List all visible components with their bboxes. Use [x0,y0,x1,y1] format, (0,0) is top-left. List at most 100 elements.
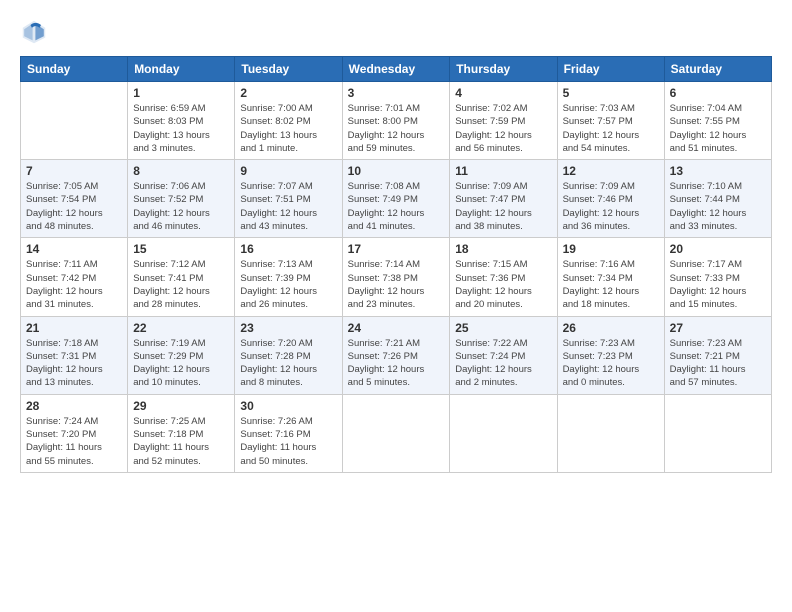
calendar-cell: 21 Sunrise: 7:18 AMSunset: 7:31 PMDayligh… [21,316,128,394]
day-number: 21 [26,321,122,335]
day-number: 12 [563,164,659,178]
day-number: 2 [240,86,336,100]
day-info: Sunrise: 7:10 AMSunset: 7:44 PMDaylight:… [670,180,766,233]
calendar-cell: 4Sunrise: 7:02 AMSunset: 7:59 PMDaylight… [450,82,557,160]
calendar-cell [450,394,557,472]
header [20,18,772,46]
calendar-cell: 24Sunrise: 7:21 AMSunset: 7:26 PMDayligh… [342,316,450,394]
calendar-cell: 18 Sunrise: 7:15 AMSunset: 7:36 PMDayligh… [450,238,557,316]
day-info: Sunrise: 7:06 AMSunset: 7:52 PMDaylight:… [133,180,229,233]
day-number: 9 [240,164,336,178]
day-number: 4 [455,86,551,100]
day-number: 19 [563,242,659,256]
calendar-cell: 2 Sunrise: 7:00 AMSunset: 8:02 PMDaylight… [235,82,342,160]
day-of-week-header: Sunday [21,57,128,82]
calendar-cell [342,394,450,472]
day-info: Sunrise: 7:09 AMSunset: 7:47 PMDaylight:… [455,180,551,233]
day-number: 13 [670,164,766,178]
calendar-cell: 23 Sunrise: 7:20 AMSunset: 7:28 PMDayligh… [235,316,342,394]
day-number: 5 [563,86,659,100]
day-number: 25 [455,321,551,335]
calendar-cell: 28Sunrise: 7:24 AMSunset: 7:20 PMDayligh… [21,394,128,472]
calendar-cell [557,394,664,472]
day-info: Sunrise: 7:25 AMSunset: 7:18 PMDaylight:… [133,415,229,468]
day-info: Sunrise: 7:11 AMSunset: 7:42 PMDaylight:… [26,258,122,311]
calendar-cell: 26 Sunrise: 7:23 AMSunset: 7:23 PMDayligh… [557,316,664,394]
calendar-cell [21,82,128,160]
day-number: 15 [133,242,229,256]
day-number: 10 [348,164,445,178]
calendar-week-row: 7Sunrise: 7:05 AMSunset: 7:54 PMDaylight… [21,160,772,238]
day-info: Sunrise: 7:15 AMSunset: 7:36 PMDaylight:… [455,258,551,311]
calendar-cell [664,394,771,472]
day-info: Sunrise: 7:23 AMSunset: 7:23 PMDaylight:… [563,337,659,390]
day-info: Sunrise: 7:08 AMSunset: 7:49 PMDaylight:… [348,180,445,233]
day-of-week-header: Tuesday [235,57,342,82]
day-info: Sunrise: 7:24 AMSunset: 7:20 PMDaylight:… [26,415,122,468]
day-info: Sunrise: 6:59 AMSunset: 8:03 PMDaylight:… [133,102,229,155]
calendar-cell: 12Sunrise: 7:09 AMSunset: 7:46 PMDayligh… [557,160,664,238]
day-number: 18 [455,242,551,256]
calendar-cell: 25 Sunrise: 7:22 AMSunset: 7:24 PMDayligh… [450,316,557,394]
logo-icon [20,18,48,46]
day-of-week-header: Saturday [664,57,771,82]
day-number: 30 [240,399,336,413]
day-number: 20 [670,242,766,256]
day-number: 14 [26,242,122,256]
calendar-cell: 16Sunrise: 7:13 AMSunset: 7:39 PMDayligh… [235,238,342,316]
day-number: 17 [348,242,445,256]
calendar-cell: 5 Sunrise: 7:03 AMSunset: 7:57 PMDaylight… [557,82,664,160]
day-info: Sunrise: 7:19 AMSunset: 7:29 PMDaylight:… [133,337,229,390]
day-number: 26 [563,321,659,335]
day-number: 1 [133,86,229,100]
day-number: 23 [240,321,336,335]
day-info: Sunrise: 7:16 AMSunset: 7:34 PMDaylight:… [563,258,659,311]
calendar-cell: 13 Sunrise: 7:10 AMSunset: 7:44 PMDayligh… [664,160,771,238]
calendar-cell: 7Sunrise: 7:05 AMSunset: 7:54 PMDaylight… [21,160,128,238]
day-info: Sunrise: 7:23 AMSunset: 7:21 PMDaylight:… [670,337,766,390]
calendar-cell: 14 Sunrise: 7:11 AMSunset: 7:42 PMDayligh… [21,238,128,316]
calendar-cell: 22 Sunrise: 7:19 AMSunset: 7:29 PMDayligh… [128,316,235,394]
day-number: 29 [133,399,229,413]
calendar-week-row: 28Sunrise: 7:24 AMSunset: 7:20 PMDayligh… [21,394,772,472]
day-info: Sunrise: 7:04 AMSunset: 7:55 PMDaylight:… [670,102,766,155]
calendar-cell: 1 Sunrise: 6:59 AMSunset: 8:03 PMDaylight… [128,82,235,160]
day-of-week-header: Wednesday [342,57,450,82]
day-of-week-header: Thursday [450,57,557,82]
day-info: Sunrise: 7:21 AMSunset: 7:26 PMDaylight:… [348,337,445,390]
day-info: Sunrise: 7:00 AMSunset: 8:02 PMDaylight:… [240,102,336,155]
calendar-cell: 6 Sunrise: 7:04 AMSunset: 7:55 PMDaylight… [664,82,771,160]
calendar-cell: 11 Sunrise: 7:09 AMSunset: 7:47 PMDayligh… [450,160,557,238]
day-info: Sunrise: 7:22 AMSunset: 7:24 PMDaylight:… [455,337,551,390]
calendar-cell: 30 Sunrise: 7:26 AMSunset: 7:16 PMDayligh… [235,394,342,472]
day-info: Sunrise: 7:20 AMSunset: 7:28 PMDaylight:… [240,337,336,390]
calendar: SundayMondayTuesdayWednesdayThursdayFrid… [20,56,772,473]
day-number: 6 [670,86,766,100]
day-info: Sunrise: 7:12 AMSunset: 7:41 PMDaylight:… [133,258,229,311]
day-info: Sunrise: 7:18 AMSunset: 7:31 PMDaylight:… [26,337,122,390]
calendar-cell: 20 Sunrise: 7:17 AMSunset: 7:33 PMDayligh… [664,238,771,316]
calendar-cell: 17 Sunrise: 7:14 AMSunset: 7:38 PMDayligh… [342,238,450,316]
day-info: Sunrise: 7:03 AMSunset: 7:57 PMDaylight:… [563,102,659,155]
page: SundayMondayTuesdayWednesdayThursdayFrid… [0,0,792,612]
calendar-header-row: SundayMondayTuesdayWednesdayThursdayFrid… [21,57,772,82]
day-number: 22 [133,321,229,335]
calendar-week-row: 14 Sunrise: 7:11 AMSunset: 7:42 PMDayligh… [21,238,772,316]
day-info: Sunrise: 7:17 AMSunset: 7:33 PMDaylight:… [670,258,766,311]
calendar-week-row: 21 Sunrise: 7:18 AMSunset: 7:31 PMDayligh… [21,316,772,394]
calendar-cell: 9Sunrise: 7:07 AMSunset: 7:51 PMDaylight… [235,160,342,238]
calendar-cell: 3Sunrise: 7:01 AMSunset: 8:00 PMDaylight… [342,82,450,160]
calendar-cell: 29 Sunrise: 7:25 AMSunset: 7:18 PMDayligh… [128,394,235,472]
calendar-cell: 10 Sunrise: 7:08 AMSunset: 7:49 PMDayligh… [342,160,450,238]
day-of-week-header: Monday [128,57,235,82]
day-info: Sunrise: 7:01 AMSunset: 8:00 PMDaylight:… [348,102,445,155]
calendar-cell: 8Sunrise: 7:06 AMSunset: 7:52 PMDaylight… [128,160,235,238]
day-number: 11 [455,164,551,178]
day-number: 27 [670,321,766,335]
calendar-cell: 15 Sunrise: 7:12 AMSunset: 7:41 PMDayligh… [128,238,235,316]
day-info: Sunrise: 7:14 AMSunset: 7:38 PMDaylight:… [348,258,445,311]
day-of-week-header: Friday [557,57,664,82]
calendar-cell: 27 Sunrise: 7:23 AMSunset: 7:21 PMDayligh… [664,316,771,394]
day-info: Sunrise: 7:26 AMSunset: 7:16 PMDaylight:… [240,415,336,468]
calendar-week-row: 1 Sunrise: 6:59 AMSunset: 8:03 PMDaylight… [21,82,772,160]
